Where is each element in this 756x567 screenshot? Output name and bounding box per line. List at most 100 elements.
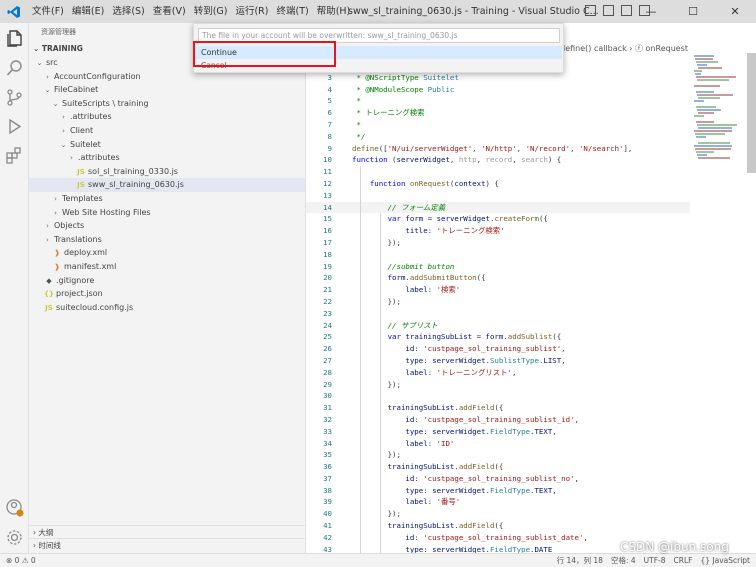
line-content: id: 'custpage_sol_training_sublist_date'… <box>352 532 588 544</box>
tree-item[interactable]: › Web Site Hosting Files <box>29 206 305 220</box>
run-debug-icon[interactable] <box>5 117 24 136</box>
code-line[interactable]: 25 var trainingSubList = form.addSublist… <box>306 331 690 344</box>
menu-item[interactable]: 终端(T) <box>272 0 312 23</box>
code-line[interactable]: 36 trainingSubList.addField({ <box>306 461 690 473</box>
code-line[interactable]: 3 * @NScriptType Suitelet <box>306 72 690 84</box>
tree-item[interactable]: ◆ .gitignore <box>29 274 305 288</box>
language-mode[interactable]: {} JavaScript <box>700 554 750 567</box>
code-line[interactable]: 12 function onRequest(context) { <box>306 177 690 190</box>
code-line[interactable]: 33 type: serverWidget.FieldType.TEXT, <box>306 425 690 438</box>
account-icon[interactable] <box>5 498 24 517</box>
source-control-icon[interactable] <box>5 88 24 107</box>
tree-item[interactable]: JS sww_sl_training_0630.js <box>29 178 305 192</box>
code-line[interactable]: 20 form.addSubmitButton({ <box>306 272 690 285</box>
code-line[interactable]: 14 // フォーム定義 <box>306 201 690 214</box>
code-line[interactable]: 40 }); <box>306 508 690 521</box>
code-line[interactable]: 32 id: 'custpage_sol_training_sublist_id… <box>306 413 690 426</box>
chevron-right-icon: › <box>46 72 49 81</box>
explorer-icon[interactable] <box>5 29 24 48</box>
code-line[interactable]: 13 <box>306 189 690 202</box>
extensions-icon[interactable] <box>5 146 24 165</box>
close-button[interactable]: ✕ <box>714 0 756 23</box>
tree-item[interactable]: › Translations <box>29 233 305 247</box>
tree-item[interactable]: ❱ manifest.xml <box>29 260 305 274</box>
menu-item[interactable]: 转到(G) <box>190 0 232 23</box>
menu-item[interactable]: 查看(V) <box>149 0 190 23</box>
toggle-panel-icon[interactable] <box>603 5 614 16</box>
encoding[interactable]: UTF-8 <box>644 554 666 567</box>
problems-indicator[interactable]: ⊗ 0 ⚠ 0 <box>6 554 36 567</box>
tree-item[interactable]: ⌄ SuiteScripts \ training <box>29 97 305 111</box>
code-line[interactable]: 17 }); <box>306 236 690 249</box>
code-line[interactable]: 5 * <box>306 95 690 107</box>
tree-item[interactable]: ⌄ FileCabinet <box>29 83 305 97</box>
code-line[interactable]: 24 // サブリスト <box>306 319 690 332</box>
code-line[interactable]: 38 type: serverWidget.FieldType.TEXT, <box>306 484 690 497</box>
tree-item[interactable]: ⌄ Suitelet <box>29 138 305 152</box>
code-token: , <box>516 143 526 153</box>
code-line[interactable]: 26 id: 'custpage_sol_training_sublist', <box>306 343 690 355</box>
code-line[interactable]: 19 //submit button <box>306 260 690 273</box>
code-line[interactable]: 35 }); <box>306 449 690 462</box>
line-number: 41 <box>323 521 332 531</box>
line-number: 36 <box>323 462 332 472</box>
manage-gear-icon[interactable] <box>5 528 24 547</box>
tree-item[interactable]: › .attributes <box>29 110 305 124</box>
code-line[interactable]: 30 <box>306 390 690 403</box>
line-number: 15 <box>323 214 332 224</box>
code-line[interactable]: 8 */ <box>306 131 690 143</box>
code-line[interactable]: 11 <box>306 166 690 178</box>
tree-item[interactable]: JS suitecloud.config.js <box>29 301 305 315</box>
code-line[interactable]: 34 label: 'ID' <box>306 437 690 450</box>
tree-item[interactable]: ❱ deploy.xml <box>29 246 305 260</box>
code-line[interactable]: 37 id: 'custpage_sol_training_sublist_no… <box>306 472 690 485</box>
code-line[interactable]: 27 type: serverWidget.SublistType.LIST, <box>306 354 690 367</box>
tree-item[interactable]: › Client <box>29 124 305 138</box>
code-token: , <box>574 414 579 424</box>
code-line[interactable]: 31 trainingSubList.addField({ <box>306 402 690 414</box>
code-line[interactable]: 16 title: 'トレーニング検索' <box>306 225 690 237</box>
code-line[interactable]: 7 * <box>306 119 690 131</box>
line-ending[interactable]: CRLF <box>674 554 693 567</box>
js-file-icon: JS <box>45 303 53 312</box>
code-line[interactable]: 28 label: 'トレーニングリスト', <box>306 366 690 379</box>
indentation[interactable]: 空格: 4 <box>611 554 636 567</box>
timeline-section[interactable]: › 时间线 <box>29 538 306 551</box>
menu-item[interactable]: 选择(S) <box>108 0 148 23</box>
tree-item-label: deploy.xml <box>64 248 108 258</box>
editor-scrollbar[interactable] <box>747 53 756 173</box>
code-line[interactable]: 22 }); <box>306 295 690 308</box>
code-token: var <box>387 214 401 224</box>
menu-item[interactable]: 运行(R) <box>231 0 272 23</box>
code-line[interactable]: 39 label: '番号' <box>306 496 690 509</box>
code-line[interactable]: 9 define(['N/ui/serverWidget', 'N/http', … <box>306 143 690 155</box>
code-line[interactable]: 29 }); <box>306 378 690 391</box>
code-line[interactable]: 10 function (serverWidget, http, record, … <box>306 154 690 166</box>
code-line[interactable]: 21 label: '検索' <box>306 284 690 296</box>
menu-item[interactable]: 文件(F) <box>28 0 68 23</box>
minimize-button[interactable]: — <box>630 0 672 23</box>
tree-item[interactable]: › .attributes <box>29 151 305 165</box>
maximize-button[interactable]: ☐ <box>672 0 714 23</box>
code-line[interactable]: 23 <box>306 307 690 320</box>
code-view[interactable]: 2 * @NApiVersion 2.x3 * @NScriptType Sui… <box>306 60 690 556</box>
code-line[interactable]: 6 * トレーニング検索 <box>306 107 690 119</box>
code-line[interactable]: 15 var form = serverWidget.createForm({ <box>306 213 690 226</box>
code-line[interactable]: 41 trainingSubList.addField({ <box>306 520 690 532</box>
chevron-right-icon: › <box>62 113 65 122</box>
menu-item[interactable]: 编辑(E) <box>68 0 108 23</box>
editor-area[interactable]: ning_0630.js › ⓕ define() callback › ⓕ o… <box>306 23 756 556</box>
tree-item[interactable]: JS sol_sl_training_0330.js <box>29 165 305 179</box>
cursor-position[interactable]: 行 14，列 18 <box>557 554 603 567</box>
toggle-sidebar-icon[interactable] <box>585 5 596 16</box>
search-icon[interactable] <box>5 59 24 78</box>
tree-item[interactable]: › Objects <box>29 219 305 233</box>
tree-item[interactable]: › Templates <box>29 192 305 206</box>
outline-section[interactable]: › 大纲 <box>29 525 306 538</box>
code-line[interactable]: 18 <box>306 248 690 261</box>
code-token: , <box>583 532 588 542</box>
code-line[interactable]: 4 * @NModuleScope Public <box>306 84 690 96</box>
minimap[interactable] <box>690 53 746 173</box>
tree-item[interactable]: {} project.json <box>29 287 305 301</box>
